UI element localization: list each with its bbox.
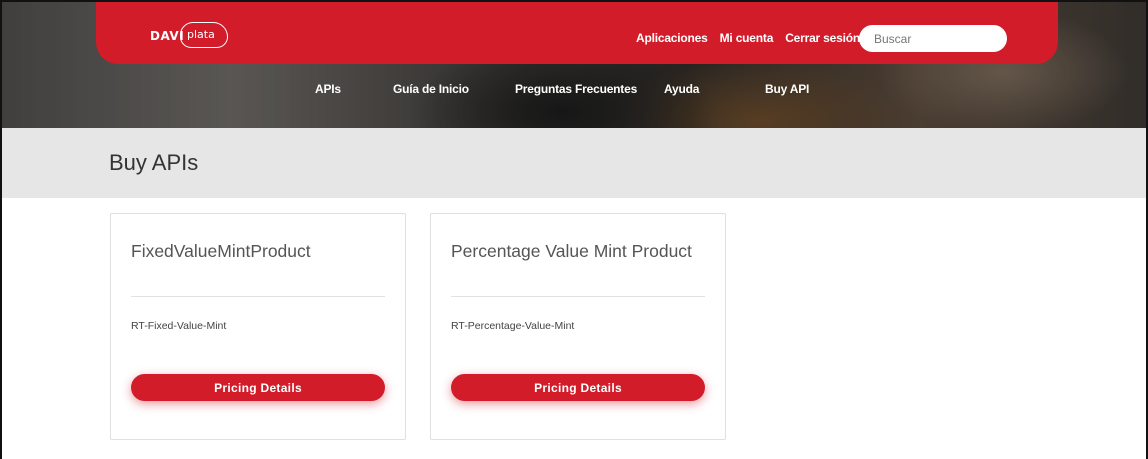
account-links: Aplicaciones Mi cuenta Cerrar sesión <box>636 31 860 45</box>
hero-header: DAVI plata Aplicaciones Mi cuenta Cerrar… <box>2 2 1146 128</box>
nav-item-buy-api[interactable]: Buy API <box>765 82 809 96</box>
search-input[interactable] <box>859 25 1007 52</box>
link-cerrar-sesion[interactable]: Cerrar sesión <box>785 31 860 45</box>
page-title: Buy APIs <box>109 150 199 175</box>
product-name: FixedValueMintProduct <box>131 241 311 261</box>
nav-item-guia-de-inicio[interactable]: Guía de Inicio <box>393 82 469 96</box>
logo-text-plata: plata <box>187 28 215 41</box>
page-title-band: Buy APIs <box>2 128 1146 198</box>
top-bar: DAVI plata Aplicaciones Mi cuenta Cerrar… <box>96 2 1058 64</box>
nav-item-preguntas-frecuentes[interactable]: Preguntas Frecuentes <box>515 82 637 96</box>
pricing-details-button[interactable]: Pricing Details <box>131 374 385 401</box>
nav-item-ayuda[interactable]: Ayuda <box>664 82 699 96</box>
card-divider <box>451 296 705 297</box>
nav-item-apis[interactable]: APIs <box>315 82 341 96</box>
product-name: Percentage Value Mint Product <box>451 241 692 261</box>
pricing-details-button[interactable]: Pricing Details <box>451 374 705 401</box>
link-aplicaciones[interactable]: Aplicaciones <box>636 31 708 45</box>
product-card: FixedValueMintProduct RT-Fixed-Value-Min… <box>110 213 406 440</box>
page-frame: DAVI plata Aplicaciones Mi cuenta Cerrar… <box>0 0 1148 459</box>
main-nav: APIs Guía de Inicio Preguntas Frecuentes… <box>2 82 1146 102</box>
card-divider <box>131 296 385 297</box>
link-mi-cuenta[interactable]: Mi cuenta <box>720 31 774 45</box>
product-code: RT-Percentage-Value-Mint <box>451 320 575 332</box>
product-code: RT-Fixed-Value-Mint <box>131 320 227 332</box>
daviplata-logo[interactable]: DAVI plata <box>150 20 228 50</box>
product-card: Percentage Value Mint Product RT-Percent… <box>430 213 726 440</box>
